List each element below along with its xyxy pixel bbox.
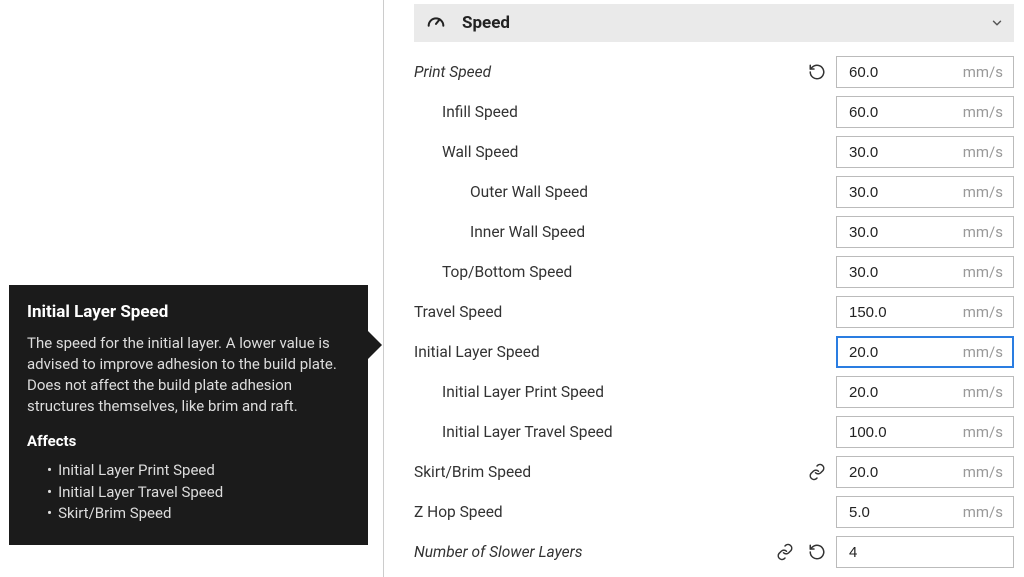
left-panel: Initial Layer Speed The speed for the in… — [0, 0, 384, 577]
setting-label: Initial Layer Print Speed — [414, 383, 836, 401]
setting-print-speed: Print Speed mm/s — [414, 52, 1014, 92]
setting-input-wrap[interactable]: mm/s — [836, 216, 1014, 248]
setting-input[interactable] — [847, 463, 957, 482]
setting-unit: mm/s — [963, 263, 1003, 281]
setting-input[interactable] — [847, 303, 957, 322]
setting-input-wrap[interactable]: mm/s — [836, 56, 1014, 88]
chevron-down-icon — [990, 16, 1004, 30]
setting-label: Number of Slower Layers — [414, 543, 772, 561]
setting-infill-speed: Infill Speed mm/s — [414, 92, 1014, 132]
setting-label: Initial Layer Speed — [414, 343, 836, 361]
setting-outer-wall-speed: Outer Wall Speed mm/s — [414, 172, 1014, 212]
setting-initial-layer-speed: Initial Layer Speed mm/s — [414, 332, 1014, 372]
setting-input[interactable] — [847, 143, 957, 162]
setting-input-wrap[interactable]: mm/s — [836, 256, 1014, 288]
tooltip-affects-item: Skirt/Brim Speed — [47, 503, 350, 525]
setting-unit: mm/s — [963, 63, 1003, 81]
setting-unit: mm/s — [963, 223, 1003, 241]
setting-label: Initial Layer Travel Speed — [414, 423, 836, 441]
setting-wall-speed: Wall Speed mm/s — [414, 132, 1014, 172]
setting-label: Print Speed — [414, 63, 804, 81]
setting-label: Infill Speed — [414, 103, 836, 121]
setting-input[interactable] — [847, 63, 957, 82]
link-icon[interactable] — [772, 539, 798, 565]
setting-input[interactable] — [847, 183, 957, 202]
setting-input-wrap[interactable]: mm/s — [836, 456, 1014, 488]
reset-icon[interactable] — [804, 59, 830, 85]
setting-input[interactable] — [847, 263, 957, 282]
setting-input[interactable] — [847, 423, 957, 442]
setting-unit: mm/s — [963, 383, 1003, 401]
tooltip-affects-list: Initial Layer Print Speed Initial Layer … — [27, 460, 350, 525]
setting-label: Inner Wall Speed — [414, 223, 836, 241]
section-title: Speed — [462, 13, 990, 33]
setting-input[interactable] — [847, 343, 957, 362]
setting-input-wrap[interactable]: mm/s — [836, 176, 1014, 208]
setting-label: Skirt/Brim Speed — [414, 463, 804, 481]
speed-icon — [424, 12, 448, 34]
setting-label: Outer Wall Speed — [414, 183, 836, 201]
setting-input-wrap[interactable]: mm/s — [836, 376, 1014, 408]
setting-num-slower-layers: Number of Slower Layers — [414, 532, 1014, 572]
link-icon[interactable] — [804, 459, 830, 485]
setting-unit: mm/s — [963, 463, 1003, 481]
settings-panel: Speed Print Speed mm/s Infill Speed mm/s… — [384, 0, 1024, 577]
setting-unit: mm/s — [963, 303, 1003, 321]
setting-unit: mm/s — [963, 103, 1003, 121]
setting-input-wrap[interactable]: mm/s — [836, 296, 1014, 328]
setting-input-wrap[interactable]: mm/s — [836, 136, 1014, 168]
setting-top-bottom-speed: Top/Bottom Speed mm/s — [414, 252, 1014, 292]
setting-label: Top/Bottom Speed — [414, 263, 836, 281]
setting-input[interactable] — [847, 503, 957, 522]
setting-unit: mm/s — [963, 183, 1003, 201]
setting-tooltip: Initial Layer Speed The speed for the in… — [9, 285, 368, 545]
setting-unit: mm/s — [963, 423, 1003, 441]
setting-travel-speed: Travel Speed mm/s — [414, 292, 1014, 332]
setting-input-wrap[interactable]: mm/s — [836, 496, 1014, 528]
tooltip-affects-item: Initial Layer Print Speed — [47, 460, 350, 482]
setting-input[interactable] — [847, 383, 957, 402]
reset-icon[interactable] — [804, 539, 830, 565]
setting-skirt-brim-speed: Skirt/Brim Speed mm/s — [414, 452, 1014, 492]
tooltip-affects-item: Initial Layer Travel Speed — [47, 482, 350, 504]
setting-unit: mm/s — [963, 343, 1003, 361]
setting-initial-layer-travel-speed: Initial Layer Travel Speed mm/s — [414, 412, 1014, 452]
tooltip-title: Initial Layer Speed — [27, 301, 350, 325]
tooltip-affects-label: Affects — [27, 431, 350, 452]
setting-input-wrap[interactable]: mm/s — [836, 96, 1014, 128]
setting-unit: mm/s — [963, 503, 1003, 521]
setting-label: Travel Speed — [414, 303, 836, 321]
setting-input-wrap[interactable]: mm/s — [836, 416, 1014, 448]
setting-z-hop-speed: Z Hop Speed mm/s — [414, 492, 1014, 532]
setting-input[interactable] — [847, 543, 997, 562]
setting-input[interactable] — [847, 223, 957, 242]
setting-input-wrap[interactable] — [836, 536, 1014, 568]
section-header-speed[interactable]: Speed — [414, 4, 1014, 42]
setting-initial-layer-print-speed: Initial Layer Print Speed mm/s — [414, 372, 1014, 412]
tooltip-body: The speed for the initial layer. A lower… — [27, 333, 350, 417]
setting-unit: mm/s — [963, 143, 1003, 161]
setting-inner-wall-speed: Inner Wall Speed mm/s — [414, 212, 1014, 252]
setting-label: Wall Speed — [414, 143, 836, 161]
setting-label: Z Hop Speed — [414, 503, 836, 521]
setting-input[interactable] — [847, 103, 957, 122]
setting-input-wrap[interactable]: mm/s — [836, 336, 1014, 368]
